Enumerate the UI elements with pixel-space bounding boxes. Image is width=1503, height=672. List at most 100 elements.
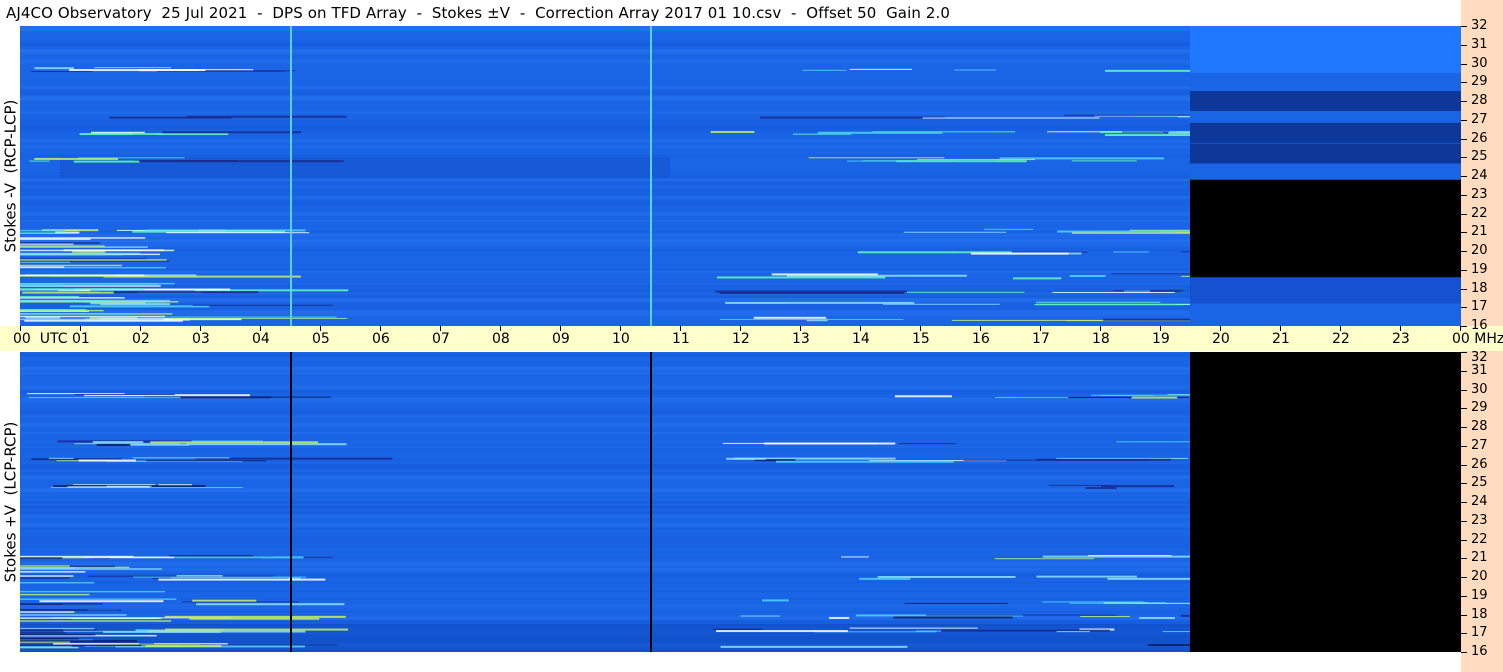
freq-tick-label: 21 — [1471, 550, 1488, 566]
emission-streak — [1080, 615, 1130, 617]
emission-streak — [100, 303, 170, 306]
freq-tick-mark — [1461, 138, 1467, 140]
vertical-marker-line — [650, 26, 652, 326]
emission-streak — [96, 443, 131, 446]
emission-streak — [898, 443, 956, 445]
freq-tick-mark — [1461, 44, 1467, 46]
emission-streak — [771, 273, 878, 276]
freq-tick-mark — [1461, 63, 1467, 65]
emission-streak — [841, 556, 869, 558]
freq-tick-label: 26 — [1471, 456, 1488, 472]
freq-tick-label: 22 — [1471, 205, 1488, 221]
emission-streak — [753, 316, 827, 319]
emission-streak — [883, 303, 1000, 305]
emission-streak — [20, 282, 175, 285]
emission-streak — [1052, 291, 1175, 293]
time-tick-label: 23 — [1392, 331, 1410, 347]
emission-streak — [20, 617, 162, 619]
freq-tick-mark — [1461, 389, 1467, 391]
emission-streak — [20, 632, 67, 634]
emission-streak — [20, 611, 75, 613]
emission-streak — [1113, 251, 1149, 253]
emission-streak — [145, 645, 222, 648]
emission-streak — [92, 441, 144, 444]
emission-streak — [922, 117, 1100, 119]
emission-streak — [22, 291, 114, 294]
emission-streak — [1162, 631, 1190, 633]
freq-tick-mark — [1461, 445, 1467, 447]
emission-streak — [1091, 394, 1190, 396]
emission-streak — [20, 300, 110, 303]
emission-streak — [1139, 616, 1175, 619]
emission-streak — [20, 245, 105, 247]
freq-tick-mark — [1461, 502, 1467, 503]
time-tick-label: 08 — [492, 331, 510, 347]
emission-streak — [859, 577, 911, 580]
emission-streak — [905, 291, 1025, 293]
emission-streak — [74, 394, 175, 396]
freq-tick-mark — [1461, 176, 1467, 177]
emission-streak — [176, 575, 223, 577]
freq-tick-mark — [1461, 614, 1467, 616]
emission-streak — [146, 460, 267, 462]
emission-streak — [34, 157, 119, 160]
freq-tick-label: 29 — [1471, 400, 1488, 416]
emission-streak — [720, 645, 908, 648]
time-tick-label: 13 — [792, 331, 810, 347]
lower-spectrogram — [20, 352, 1461, 652]
colorbar-dark-band — [1190, 143, 1461, 164]
dark-band — [20, 623, 1190, 652]
emission-streak — [1110, 273, 1190, 275]
freq-tick-mark — [1461, 119, 1467, 121]
emission-streak — [20, 313, 138, 315]
emission-streak — [1103, 318, 1190, 321]
colorbar-bright — [1190, 26, 1461, 73]
freq-tick-label: 22 — [1471, 531, 1488, 547]
emission-streak — [34, 67, 74, 70]
colorbar-lower-band — [1190, 277, 1461, 304]
emission-streak — [20, 575, 74, 577]
emission-streak — [140, 316, 337, 318]
chart-title: AJ4CO Observatory 25 Jul 2021 - DPS on T… — [6, 4, 951, 22]
emission-streak — [166, 232, 310, 234]
freq-tick-label: 21 — [1471, 224, 1488, 240]
emission-streak — [712, 628, 764, 630]
emission-streak — [48, 457, 74, 459]
emission-streak — [916, 159, 1036, 161]
emission-streak — [951, 319, 1103, 321]
freq-tick-label: 23 — [1471, 512, 1488, 528]
emission-streak — [740, 615, 781, 617]
emission-streak — [1036, 575, 1137, 578]
emission-streak — [20, 620, 172, 622]
freq-tick-label: 20 — [1471, 569, 1488, 584]
freq-tick-mark — [1461, 577, 1467, 578]
freq-tick-mark — [1461, 82, 1467, 84]
freq-tick-label: 17 — [1471, 625, 1488, 641]
emission-streak — [94, 67, 172, 69]
emission-streak — [29, 160, 50, 162]
emission-streak — [954, 69, 997, 71]
time-tick-label: 00 UTC — [13, 331, 68, 347]
emission-streak — [802, 69, 847, 71]
emission-streak — [1048, 484, 1111, 486]
time-tick-label: 18 — [1092, 331, 1110, 347]
emission-streak — [1180, 251, 1190, 253]
time-tick-label: 07 — [432, 331, 450, 347]
emission-streak — [1071, 160, 1137, 162]
emission-streak — [759, 116, 945, 119]
emission-streak — [1069, 602, 1190, 604]
emission-streak — [20, 253, 123, 256]
emission-streak — [176, 160, 344, 163]
freq-tick-mark — [1461, 520, 1467, 522]
emission-streak — [39, 600, 164, 603]
time-axis: 00 UTC 01 02 03 04 05 06 07 08 09 10 11 12 13 14 15 16 17… — [0, 326, 1503, 351]
emission-streak — [999, 157, 1165, 160]
emission-streak — [808, 157, 945, 159]
emission-streak — [877, 575, 1016, 578]
emission-streak — [164, 615, 346, 618]
emission-streak — [20, 229, 65, 232]
freq-tick-label: 30 — [1471, 381, 1488, 397]
emission-streak — [31, 71, 93, 73]
upper-spectrogram — [20, 26, 1461, 326]
emission-streak — [20, 581, 95, 584]
